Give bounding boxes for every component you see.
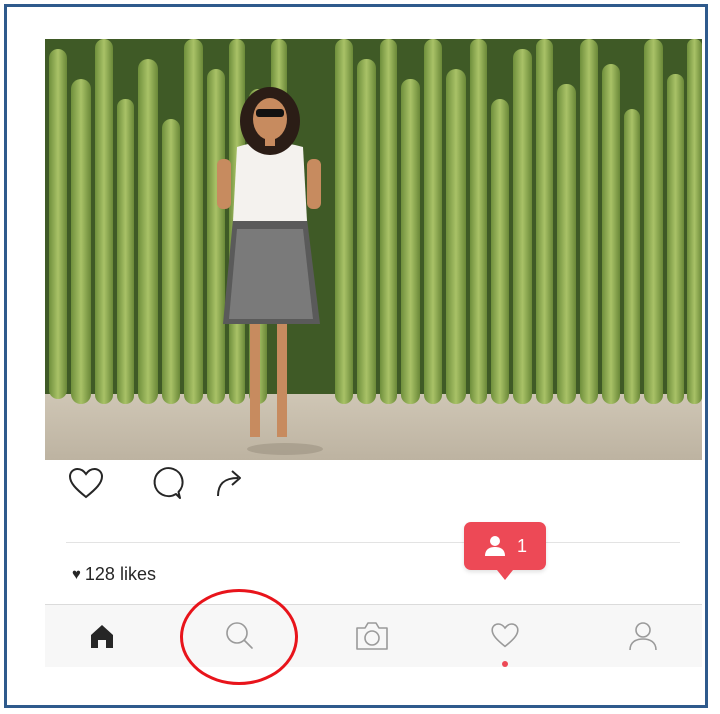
profile-icon xyxy=(629,622,657,651)
follower-notification-bubble[interactable]: 1 xyxy=(464,522,546,580)
camera-icon xyxy=(356,622,388,650)
tab-profile[interactable] xyxy=(620,613,666,659)
notification-count: 1 xyxy=(516,535,527,556)
search-highlight-circle xyxy=(180,589,298,685)
activity-heart-icon xyxy=(491,623,519,648)
home-icon xyxy=(91,625,113,648)
follower-person-icon xyxy=(484,536,505,556)
post-actions xyxy=(66,464,306,514)
tab-camera[interactable] xyxy=(349,613,395,659)
tab-activity[interactable] xyxy=(482,613,528,667)
share-arrow-icon[interactable] xyxy=(210,464,250,504)
likes-text: 128 likes xyxy=(84,564,156,584)
like-heart-icon[interactable] xyxy=(66,464,106,504)
tab-home[interactable] xyxy=(79,613,125,659)
post-photo-image xyxy=(45,39,702,460)
comment-icon[interactable] xyxy=(146,464,186,504)
post-photo[interactable] xyxy=(45,39,702,460)
likes-count[interactable]: ♥ 128 likes xyxy=(72,564,156,585)
activity-dot xyxy=(502,661,508,667)
likes-heart-icon: ♥ xyxy=(72,566,81,583)
bottom-tab-bar xyxy=(45,604,702,667)
divider xyxy=(66,542,680,543)
